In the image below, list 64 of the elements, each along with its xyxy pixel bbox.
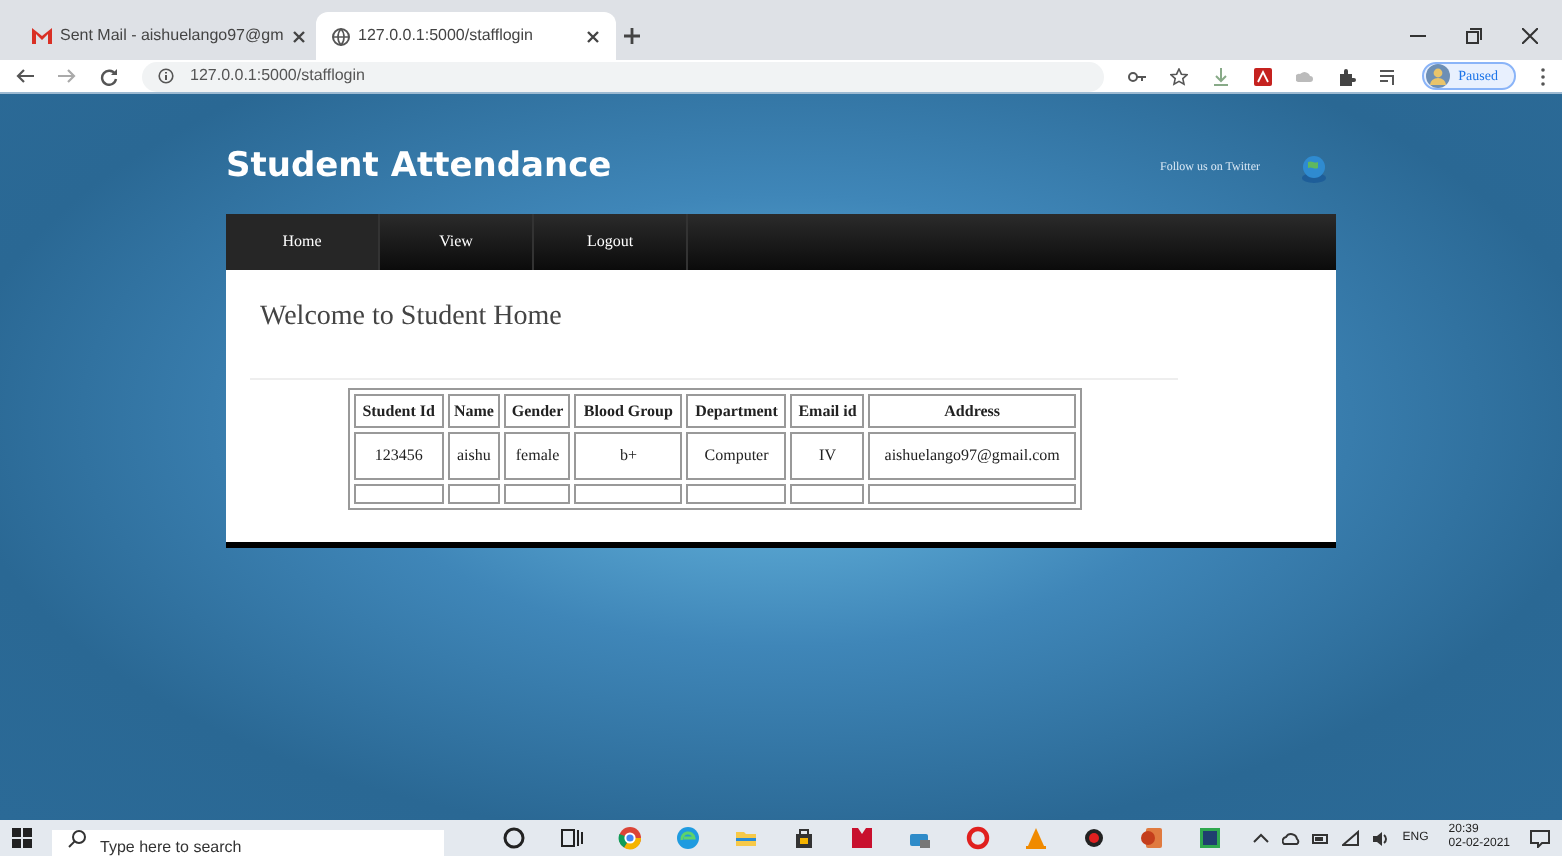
table-cell: 123456 bbox=[354, 432, 444, 480]
folder-icon[interactable] bbox=[734, 826, 758, 850]
close-icon[interactable] bbox=[291, 29, 306, 43]
cortana-icon[interactable] bbox=[502, 826, 526, 850]
ring-icon[interactable] bbox=[966, 826, 990, 850]
column-header: Department bbox=[686, 394, 787, 428]
search-field[interactable]: Type here to search bbox=[52, 829, 444, 856]
battery-icon[interactable] bbox=[1312, 829, 1331, 847]
browser-tab[interactable]: 127.0.0.1:5000/stafflogin bbox=[316, 12, 616, 60]
column-header: Email id bbox=[790, 394, 865, 428]
store-icon[interactable] bbox=[792, 826, 816, 850]
playlist-icon[interactable] bbox=[1380, 67, 1399, 85]
windows-icon[interactable] bbox=[12, 828, 32, 848]
reload-icon[interactable] bbox=[100, 67, 118, 85]
table-cell: Computer bbox=[686, 432, 787, 480]
avatar-icon bbox=[1426, 64, 1451, 88]
table-cell: female bbox=[504, 432, 571, 480]
table-cell: aishuelango97@gmail.com bbox=[868, 432, 1076, 480]
column-header: Address bbox=[868, 394, 1076, 428]
chevron-up-icon[interactable] bbox=[1252, 829, 1271, 847]
close-icon[interactable] bbox=[1522, 28, 1538, 44]
cloud-icon[interactable] bbox=[1282, 829, 1301, 847]
pdf-icon[interactable] bbox=[1254, 67, 1273, 85]
speaker-icon[interactable] bbox=[1372, 829, 1391, 847]
notification-icon[interactable] bbox=[1530, 829, 1550, 847]
table-cell bbox=[790, 484, 865, 504]
page-heading: Welcome to Student Home bbox=[260, 300, 564, 336]
search-icon bbox=[68, 829, 86, 847]
download-icon[interactable] bbox=[1212, 67, 1231, 85]
more-icon[interactable] bbox=[1540, 67, 1546, 85]
tab-title: 127.0.0.1:5000/stafflogin bbox=[358, 24, 535, 48]
info-icon bbox=[158, 68, 174, 84]
mail-icon bbox=[32, 28, 52, 44]
address-bar[interactable]: 127.0.0.1:5000/stafflogin bbox=[142, 61, 1105, 91]
star-icon[interactable] bbox=[1170, 67, 1189, 85]
wifi-icon[interactable] bbox=[1342, 829, 1361, 847]
table-cell: aishu bbox=[447, 432, 501, 480]
column-header: Blood Group bbox=[574, 394, 683, 428]
table-cell: IV bbox=[790, 432, 865, 480]
nav-link[interactable]: Home bbox=[226, 214, 380, 270]
globe-icon bbox=[332, 27, 350, 45]
column-header: Gender bbox=[504, 394, 571, 428]
back-icon[interactable] bbox=[16, 68, 34, 84]
table-cell bbox=[354, 484, 444, 504]
globe-icon[interactable] bbox=[1300, 152, 1328, 184]
table-cell: b+ bbox=[574, 432, 683, 480]
site-title: Student Attendance bbox=[226, 144, 612, 191]
key-icon[interactable] bbox=[1128, 67, 1147, 85]
url-text: 127.0.0.1:5000/stafflogin bbox=[190, 64, 365, 88]
record-icon[interactable] bbox=[1082, 826, 1106, 850]
restore-icon[interactable] bbox=[1466, 28, 1482, 44]
tab-title: Sent Mail - aishuelango97@gm bbox=[60, 24, 284, 48]
task-view-icon[interactable] bbox=[560, 826, 584, 850]
table-cell bbox=[447, 484, 501, 504]
close-icon[interactable] bbox=[586, 29, 600, 43]
table-cell bbox=[574, 484, 683, 504]
slides-icon[interactable] bbox=[1140, 826, 1164, 850]
column-header: Name bbox=[447, 394, 501, 428]
table-cell bbox=[504, 484, 571, 504]
puzzle-icon[interactable] bbox=[1338, 67, 1357, 85]
column-header: Student Id bbox=[354, 394, 444, 428]
browser-icon[interactable] bbox=[618, 826, 642, 850]
table-cell bbox=[686, 484, 787, 504]
image-icon[interactable] bbox=[1198, 826, 1222, 850]
